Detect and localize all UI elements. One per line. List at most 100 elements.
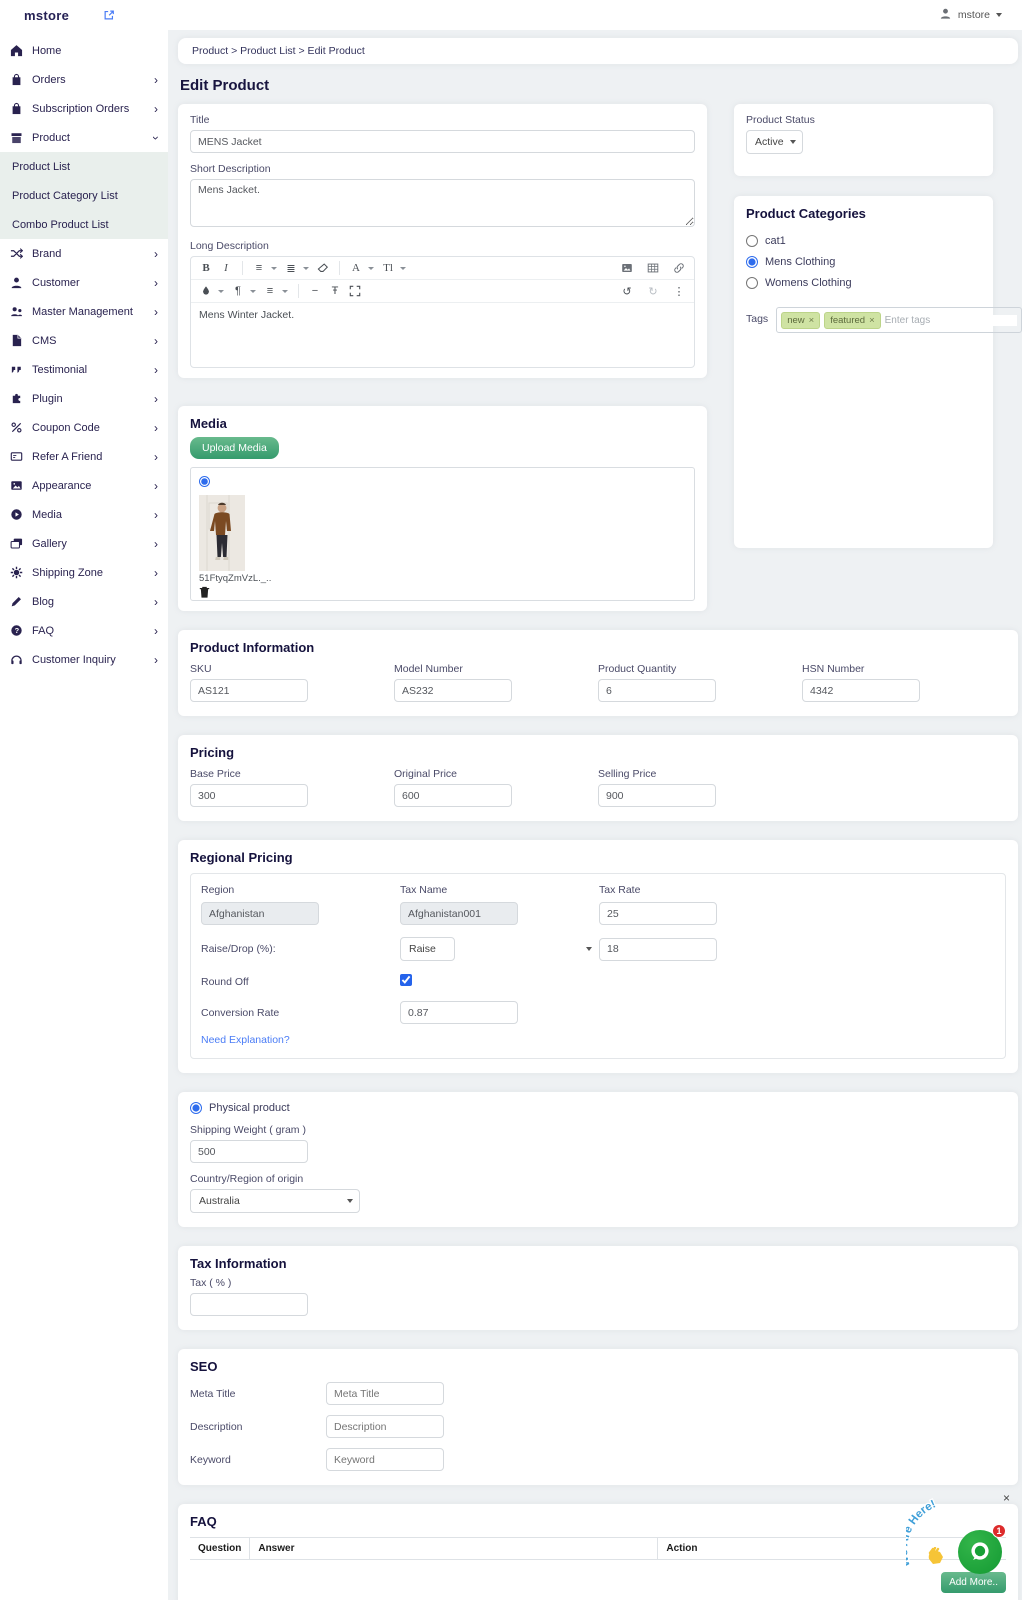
media-primary-radio[interactable] <box>199 476 210 487</box>
selling-price-input[interactable] <box>598 784 716 807</box>
sidebar-item-shipping-zone[interactable]: Shipping Zone › <box>0 558 168 587</box>
more-options-button[interactable]: ⋮ <box>670 282 688 300</box>
user-menu[interactable]: mstore <box>939 7 1002 23</box>
insert-image-button[interactable] <box>618 259 636 277</box>
original-price-input[interactable] <box>394 784 512 807</box>
physical-product-option[interactable]: Physical product <box>190 1102 1006 1114</box>
tax-percent-input[interactable] <box>190 1293 308 1316</box>
paragraph-button[interactable]: ¶ <box>229 282 247 300</box>
text-size-button[interactable]: Tl <box>379 259 397 277</box>
fullscreen-button[interactable] <box>346 282 364 300</box>
insert-link-button[interactable] <box>670 259 688 277</box>
round-off-checkbox[interactable] <box>400 974 412 986</box>
sidebar-item-refer-a-friend[interactable]: Refer A Friend › <box>0 442 168 471</box>
sidebar-item-plugin[interactable]: Plugin › <box>0 384 168 413</box>
tag-remove-icon[interactable]: × <box>869 315 875 326</box>
shopping-bag-icon <box>9 102 24 115</box>
caret-down-icon[interactable] <box>368 267 374 270</box>
raise-drop-input[interactable] <box>599 938 717 961</box>
sidebar-item-brand[interactable]: Brand › <box>0 239 168 268</box>
sidebar-item-home[interactable]: Home <box>0 36 168 65</box>
tags-input[interactable] <box>885 315 1017 326</box>
chevron-right-icon: › <box>154 248 158 260</box>
caret-down-icon[interactable] <box>250 290 256 293</box>
base-price-input[interactable] <box>190 784 308 807</box>
text-color-droplet-button[interactable] <box>197 282 215 300</box>
tax-rate-input[interactable] <box>599 902 717 925</box>
physical-product-radio[interactable] <box>190 1102 202 1114</box>
long-description-content[interactable]: Mens Winter Jacket. <box>191 303 694 367</box>
tags-input-box[interactable]: new × featured × <box>776 307 1021 333</box>
external-link-icon[interactable] <box>103 9 115 21</box>
italic-button[interactable]: I <box>217 259 235 277</box>
sidebar-item-label: Product <box>32 132 70 144</box>
trash-icon[interactable] <box>199 586 210 598</box>
font-color-button[interactable]: A <box>347 259 365 277</box>
category-radio[interactable] <box>746 256 758 268</box>
category-radio[interactable] <box>746 277 758 289</box>
short-description-textarea[interactable]: Mens Jacket. <box>190 179 695 227</box>
seo-description-input[interactable] <box>326 1415 444 1438</box>
sidebar-item-testimonial[interactable]: Testimonial › <box>0 355 168 384</box>
faq-table: Question Answer Action <box>190 1537 1006 1560</box>
caret-down-icon[interactable] <box>218 290 224 293</box>
media-filename: 51FtyqZmVzL._.. <box>199 573 259 584</box>
sidebar-item-cms[interactable]: CMS › <box>0 326 168 355</box>
sidebar-subitem-combo-product-list[interactable]: Combo Product List <box>0 210 168 239</box>
user-name: mstore <box>958 9 990 21</box>
align-button[interactable]: ≡ <box>261 282 279 300</box>
origin-select[interactable]: Australia <box>190 1189 360 1213</box>
tag-remove-icon[interactable]: × <box>809 315 815 326</box>
product-status-select[interactable]: Active <box>746 130 803 154</box>
category-option[interactable]: Mens Clothing <box>746 256 981 268</box>
conversion-rate-input[interactable] <box>400 1001 518 1024</box>
product-quantity-input[interactable] <box>598 679 716 702</box>
sidebar-item-appearance[interactable]: Appearance › <box>0 471 168 500</box>
category-option[interactable]: Womens Clothing <box>746 277 981 289</box>
gear-icon <box>9 566 24 579</box>
caret-down-icon[interactable] <box>303 267 309 270</box>
keyword-input[interactable] <box>326 1448 444 1471</box>
caret-down-icon[interactable] <box>400 267 406 270</box>
hsn-number-input[interactable] <box>802 679 920 702</box>
close-icon[interactable]: × <box>1003 1492 1010 1504</box>
sidebar-subitem-product-list[interactable]: Product List <box>0 152 168 181</box>
shipping-weight-input[interactable] <box>190 1140 308 1163</box>
sidebar-item-customer[interactable]: Customer › <box>0 268 168 297</box>
model-number-input[interactable] <box>394 679 512 702</box>
sidebar-item-master-management[interactable]: Master Management › <box>0 297 168 326</box>
caret-down-icon[interactable] <box>271 267 277 270</box>
sidebar-item-blog[interactable]: Blog › <box>0 587 168 616</box>
eraser-button[interactable] <box>314 259 332 277</box>
horizontal-rule-button[interactable]: − <box>306 282 324 300</box>
caret-down-icon[interactable] <box>282 290 288 293</box>
sidebar-item-coupon-code[interactable]: Coupon Code › <box>0 413 168 442</box>
bullet-list-button[interactable]: ≡ <box>250 259 268 277</box>
sidebar-item-media[interactable]: Media › <box>0 500 168 529</box>
category-radio[interactable] <box>746 235 758 247</box>
sidebar-item-product[interactable]: Product › <box>0 123 168 152</box>
clear-format-button[interactable]: Ŧ <box>326 282 344 300</box>
bold-button[interactable]: B <box>197 259 215 277</box>
sidebar-subitem-product-category-list[interactable]: Product Category List <box>0 181 168 210</box>
raise-drop-select[interactable]: Raise <box>400 937 455 961</box>
redo-button[interactable]: ↻ <box>644 282 662 300</box>
category-option[interactable]: cat1 <box>746 235 981 247</box>
upload-media-button[interactable]: Upload Media <box>190 437 279 459</box>
title-input[interactable] <box>190 130 695 153</box>
sidebar-item-faq[interactable]: ? FAQ › <box>0 616 168 645</box>
sidebar-item-subscription-orders[interactable]: Subscription Orders › <box>0 94 168 123</box>
sku-input[interactable] <box>190 679 308 702</box>
undo-button[interactable]: ↺ <box>618 282 636 300</box>
media-thumbnail[interactable] <box>199 495 245 571</box>
sidebar-item-orders[interactable]: Orders › <box>0 65 168 94</box>
insert-table-button[interactable] <box>644 259 662 277</box>
meta-title-input[interactable] <box>326 1382 444 1405</box>
chat-notification-badge: 1 <box>992 1524 1006 1538</box>
need-explanation-link[interactable]: Need Explanation? <box>201 1034 290 1046</box>
sidebar-item-gallery[interactable]: Gallery › <box>0 529 168 558</box>
tags-label: Tags <box>746 307 768 325</box>
pencil-icon <box>9 595 24 608</box>
numbered-list-button[interactable]: ≣ <box>282 259 300 277</box>
sidebar-item-customer-inquiry[interactable]: Customer Inquiry › <box>0 645 168 674</box>
